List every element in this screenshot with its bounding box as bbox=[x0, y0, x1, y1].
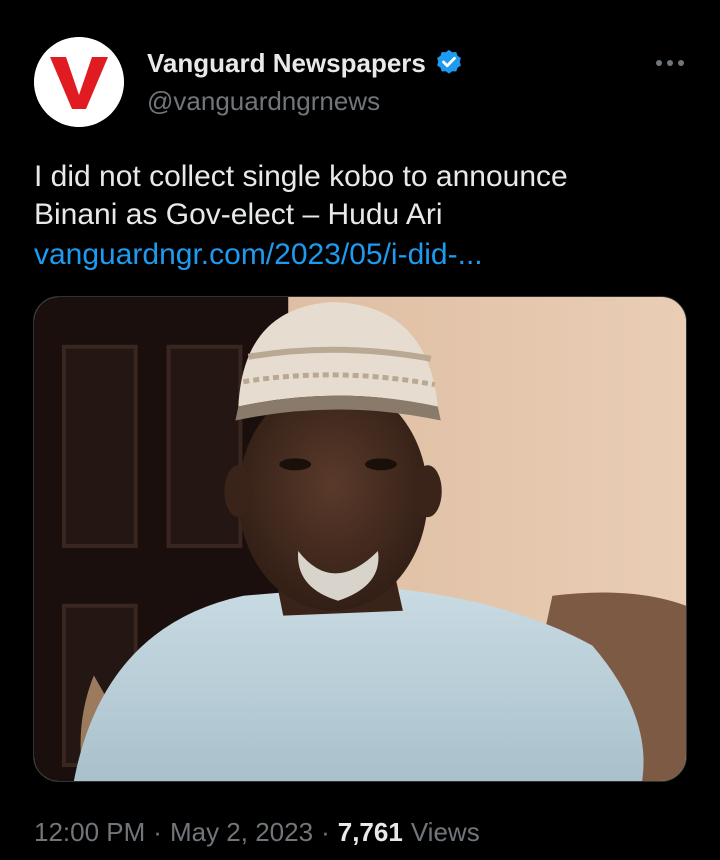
verified-badge-icon bbox=[437, 49, 461, 74]
tweet-metadata: 12:00 PM · May 2, 2023 · 7,761 Views bbox=[34, 817, 480, 848]
more-options-button[interactable] bbox=[650, 50, 690, 76]
separator: · bbox=[153, 817, 162, 847]
author-avatar[interactable] bbox=[34, 37, 124, 127]
tweet-card: Vanguard Newspapers @vanguardngrnews I d… bbox=[0, 0, 720, 860]
author-handle[interactable]: @vanguardngrnews bbox=[147, 86, 380, 117]
tweet-time[interactable]: 12:00 PM bbox=[34, 817, 145, 848]
tweet-photo[interactable] bbox=[33, 296, 687, 782]
tweet-date[interactable]: May 2, 2023 bbox=[170, 817, 313, 848]
article-link[interactable]: vanguardngr.com/2023/05/i-did-... bbox=[34, 236, 483, 274]
author-display-name[interactable]: Vanguard Newspapers bbox=[147, 48, 426, 79]
more-dots-icon bbox=[656, 60, 684, 66]
views-label[interactable]: Views bbox=[411, 817, 480, 848]
views-count[interactable]: 7,761 bbox=[338, 817, 403, 848]
author-name-row: Vanguard Newspapers bbox=[147, 46, 464, 80]
portrait-photo-image bbox=[34, 297, 686, 781]
vanguard-v-logo-icon bbox=[34, 37, 124, 127]
tweet-text: I did not collect single kobo to announc… bbox=[34, 158, 684, 234]
tweet-text-line: I did not collect single kobo to announc… bbox=[34, 160, 568, 193]
separator: · bbox=[321, 817, 330, 847]
tweet-text-line: Binani as Gov-elect – Hudu Ari bbox=[34, 198, 443, 231]
